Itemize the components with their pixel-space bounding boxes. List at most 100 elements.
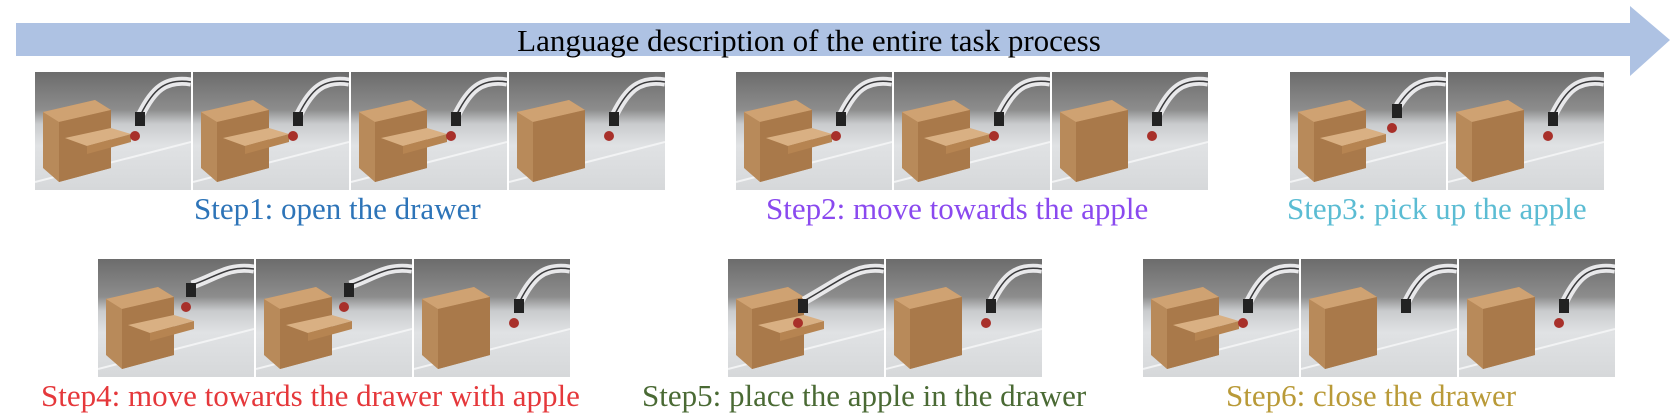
robot-arm <box>1244 263 1299 304</box>
robot-gripper <box>1152 112 1162 126</box>
robot-gripper <box>836 112 846 126</box>
step3-label: Step3: pick up the apple <box>1287 191 1587 226</box>
robot-arm <box>801 263 884 305</box>
scene-illustration <box>1290 76 1446 183</box>
step5-frame-strip <box>728 259 1042 377</box>
step4-frame-strip <box>98 259 570 377</box>
cabinet-front <box>533 110 585 182</box>
robot-arm <box>837 76 892 117</box>
scene-illustration <box>509 76 665 183</box>
step1-frame-2 <box>193 72 349 190</box>
apple <box>1543 131 1553 141</box>
robot-gripper <box>1559 299 1569 313</box>
cabinet-front <box>1483 297 1535 369</box>
step6-frame-strip <box>1143 259 1615 377</box>
step2-label: Step2: move towards the apple <box>766 191 1149 226</box>
apple <box>1387 123 1397 133</box>
robot-arm <box>1394 76 1446 109</box>
step6-frame-3 <box>1459 259 1615 377</box>
robot-arm <box>348 263 412 290</box>
apple <box>1238 318 1248 328</box>
step2-frame-3 <box>1052 72 1208 190</box>
robot-gripper <box>994 112 1004 126</box>
robot-arm <box>1402 263 1457 304</box>
robot-arm <box>1560 263 1615 304</box>
scene-illustration <box>736 76 892 183</box>
scene-illustration <box>1301 263 1457 370</box>
apple <box>446 131 456 141</box>
step2-frame-2 <box>894 72 1050 190</box>
robot-gripper <box>1401 299 1411 313</box>
step1-frame-1 <box>35 72 191 190</box>
robot-arm <box>1153 76 1208 117</box>
robot-arm <box>294 76 349 117</box>
scene-illustration <box>1052 76 1208 183</box>
robot-gripper <box>344 283 354 297</box>
apple <box>604 131 614 141</box>
robot-arm <box>987 263 1042 304</box>
step3-frame-strip <box>1290 72 1604 190</box>
step5-frame-2 <box>886 259 1042 377</box>
scene-illustration <box>256 263 412 370</box>
step5-label: Step5: place the apple in the drawer <box>642 378 1087 413</box>
banner-title: Language description of the entire task … <box>517 23 1101 58</box>
scene-illustration <box>886 263 1042 370</box>
robot-arm <box>190 263 254 290</box>
robot-gripper <box>186 283 196 297</box>
step6-label: Step6: close the drawer <box>1226 378 1517 413</box>
scene-illustration <box>351 76 507 183</box>
scene-illustration <box>98 263 254 370</box>
step3-frame-1 <box>1290 72 1446 190</box>
apple <box>1147 131 1157 141</box>
step1-frame-3 <box>351 72 507 190</box>
step3-frame-2 <box>1448 72 1604 190</box>
robot-gripper <box>609 112 619 126</box>
step4-frame-3 <box>414 259 570 377</box>
robot-gripper <box>1243 299 1253 313</box>
apple <box>1554 318 1564 328</box>
robot-gripper <box>1392 104 1402 118</box>
scene-illustration <box>728 263 884 370</box>
scene-illustration <box>1459 263 1615 370</box>
robot-gripper <box>451 112 461 126</box>
apple <box>989 131 999 141</box>
robot-arm <box>610 76 665 117</box>
cabinet-front <box>1472 110 1524 182</box>
apple <box>981 318 991 328</box>
scene-illustration <box>1143 263 1299 370</box>
step2-frame-1 <box>736 72 892 190</box>
cabinet-front <box>438 297 490 369</box>
cabinet-front <box>1325 297 1377 369</box>
step1-label: Step1: open the drawer <box>194 191 481 226</box>
apple <box>793 318 803 328</box>
step6-frame-2 <box>1301 259 1457 377</box>
apple <box>181 302 191 312</box>
step4-label: Step4: move towards the drawer with appl… <box>41 378 580 413</box>
robot-gripper <box>135 112 145 126</box>
scene-illustration <box>1448 76 1604 183</box>
robot-gripper <box>986 299 996 313</box>
apple <box>509 318 519 328</box>
robot-arm <box>1549 76 1604 117</box>
scene-illustration <box>894 76 1050 183</box>
robot-arm <box>452 76 507 117</box>
robot-gripper <box>514 299 524 313</box>
scene-illustration <box>414 263 570 370</box>
cabinet-front <box>1076 110 1128 182</box>
step4-frame-2 <box>256 259 412 377</box>
step1-frame-4 <box>509 72 665 190</box>
robot-gripper <box>293 112 303 126</box>
step5-frame-1 <box>728 259 884 377</box>
apple <box>339 302 349 312</box>
apple <box>288 131 298 141</box>
robot-arm <box>136 76 191 117</box>
scene-illustration <box>35 76 191 183</box>
step6-frame-1 <box>1143 259 1299 377</box>
scene-illustration <box>193 76 349 183</box>
robot-gripper <box>798 299 808 313</box>
robot-arm <box>995 76 1050 117</box>
robot-arm <box>515 263 570 304</box>
cabinet-front <box>910 297 962 369</box>
robot-gripper <box>1548 112 1558 126</box>
step1-frame-strip <box>35 72 665 190</box>
